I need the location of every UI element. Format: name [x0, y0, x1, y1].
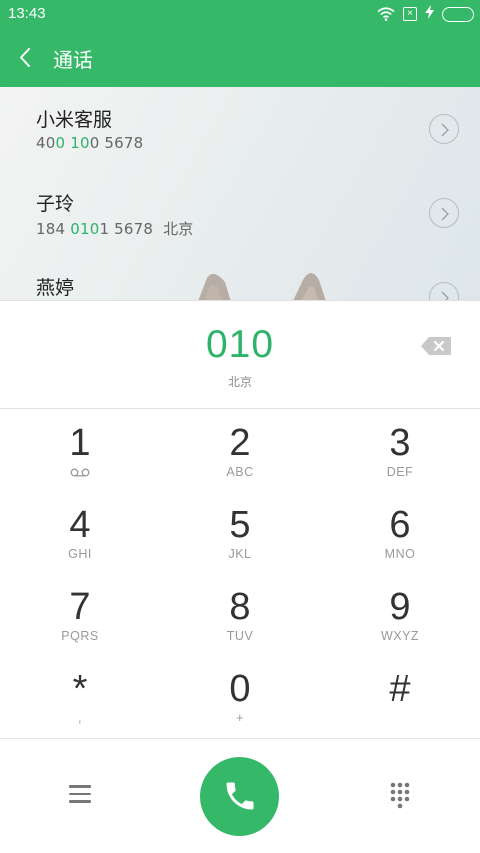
page-title: 通话	[53, 48, 93, 72]
menu-icon	[64, 781, 96, 803]
contact-number: 400 100 5678	[36, 134, 144, 152]
dialpad-toggle-button[interactable]	[386, 781, 414, 811]
key-6[interactable]: 6 MNO	[320, 492, 480, 574]
contact-detail-button[interactable]	[429, 198, 459, 228]
back-arrow-icon	[20, 48, 30, 67]
key-hash[interactable]: #	[320, 656, 480, 738]
key-5[interactable]: 5 JKL	[160, 492, 320, 574]
sim-icon: ×	[403, 7, 417, 21]
backspace-icon	[421, 337, 451, 355]
back-button[interactable]	[14, 42, 42, 74]
status-time: 13:43	[8, 5, 46, 22]
key-1[interactable]: 1	[0, 410, 160, 492]
key-0[interactable]: 0 +	[160, 656, 320, 738]
contact-number: 184 0101 5678 北京	[36, 220, 194, 238]
call-button[interactable]	[200, 757, 279, 836]
number-location: 北京	[227, 375, 252, 389]
chevron-right-icon	[441, 123, 449, 137]
menu-button[interactable]	[64, 781, 96, 809]
contact-name: 子玲	[36, 193, 75, 215]
key-7[interactable]: 7 PQRS	[0, 574, 160, 656]
key-9[interactable]: 9 WXYZ	[320, 574, 480, 656]
contact-row[interactable]: 子玲 184 0101 5678 北京	[0, 171, 480, 255]
matched-digits: 010	[70, 220, 100, 238]
dialed-number: 010	[205, 323, 275, 366]
contact-location: 北京	[163, 220, 194, 238]
voicemail-icon	[70, 468, 90, 477]
contact-detail-button[interactable]	[429, 282, 459, 300]
key-3[interactable]: 3 DEF	[320, 410, 480, 492]
chevron-right-icon	[441, 207, 449, 221]
contact-results-list[interactable]: 小米客服 400 100 5678 子玲 184 0101 5678 北京 燕婷	[0, 87, 480, 300]
contact-name: 燕婷	[36, 277, 75, 299]
status-bar: 13:43 ×	[0, 0, 480, 28]
matched-digits: 0 10	[55, 134, 90, 152]
contact-detail-button[interactable]	[429, 114, 459, 144]
app-bar: 通话	[0, 28, 480, 87]
phone-icon	[226, 782, 253, 810]
charging-icon	[425, 5, 434, 23]
status-icons: ×	[377, 5, 474, 23]
dialpad-icon	[390, 782, 410, 809]
dial-display: 010 北京	[0, 300, 480, 409]
bottom-action-bar	[0, 738, 480, 853]
contact-name: 小米客服	[36, 109, 113, 131]
key-2[interactable]: 2 ABC	[160, 410, 320, 492]
backspace-button[interactable]	[420, 336, 452, 356]
contact-row[interactable]: 小米客服 400 100 5678	[0, 87, 480, 171]
contact-row[interactable]: 燕婷	[0, 255, 480, 300]
chevron-right-icon	[441, 291, 449, 300]
dial-keypad: 1 2 ABC 3 DEF 4 GHI 5 JKL 6 MNO 7 PQRS 8…	[0, 410, 480, 738]
key-8[interactable]: 8 TUV	[160, 574, 320, 656]
key-star[interactable]: * ,	[0, 656, 160, 738]
key-4[interactable]: 4 GHI	[0, 492, 160, 574]
battery-icon	[442, 6, 474, 22]
wifi-icon	[377, 7, 395, 21]
